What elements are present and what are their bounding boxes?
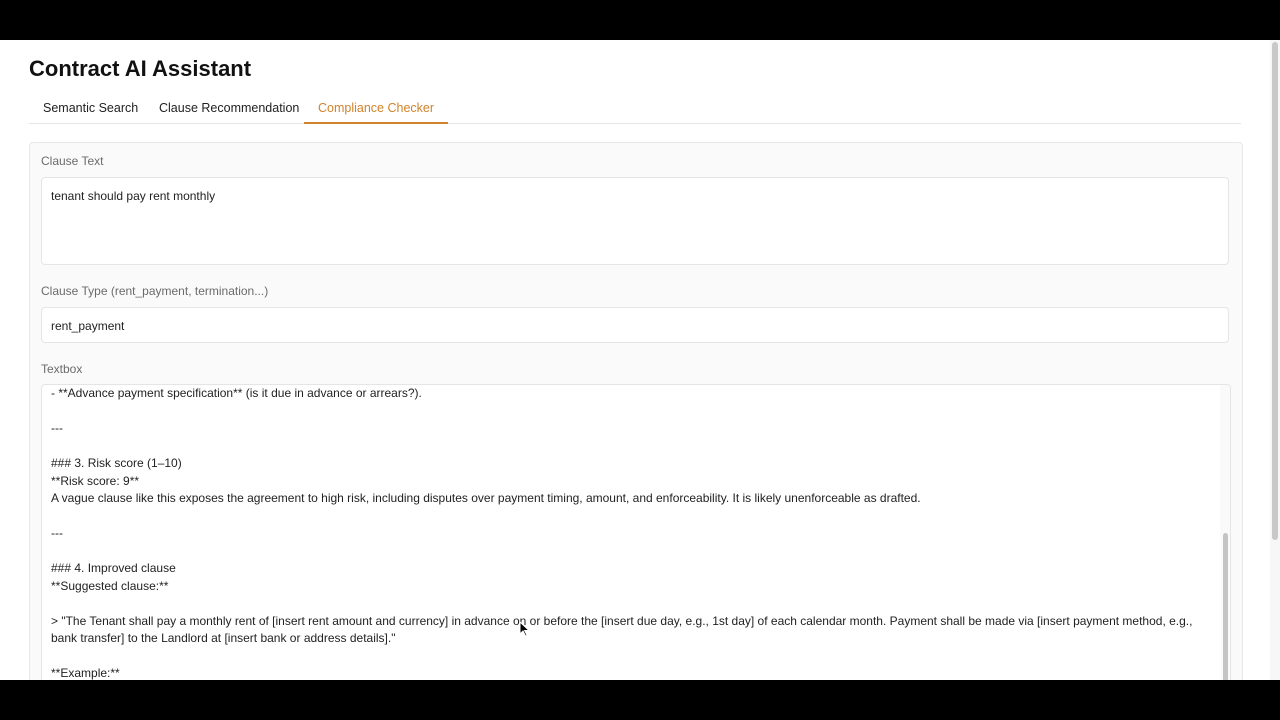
app-window: Contract AI Assistant Semantic Search Cl…	[0, 40, 1280, 680]
output-label: Textbox	[41, 362, 83, 376]
output-line: - **Advance payment specification** (is …	[51, 386, 422, 400]
clause-type-label: Clause Type (rent_payment, termination..…	[41, 284, 269, 298]
clause-text-input[interactable]: tenant should pay rent monthly	[41, 177, 1229, 265]
tab-clause-recommendation[interactable]: Clause Recommendation	[159, 96, 299, 122]
tab-semantic-search[interactable]: Semantic Search	[43, 96, 138, 122]
output-line: A vague clause like this exposes the agr…	[51, 491, 921, 505]
output-line: > "The Tenant shall pay a monthly rent o…	[51, 613, 1196, 646]
output-line: ---	[51, 526, 63, 540]
tab-bar: Semantic Search Clause Recommendation Co…	[29, 96, 1241, 124]
output-line: **Suggested clause:**	[51, 578, 169, 593]
output-line: **Example:**	[51, 666, 120, 680]
clause-type-input[interactable]: rent_payment	[41, 307, 1229, 343]
app-title: Contract AI Assistant	[29, 56, 252, 81]
output-line: **Risk score: 9**	[51, 473, 140, 488]
page-scrollbar[interactable]	[1270, 40, 1280, 680]
output-line: ### 4. Improved clause	[51, 561, 176, 575]
output-scrollbar[interactable]	[1220, 385, 1230, 680]
tab-compliance-checker[interactable]: Compliance Checker	[304, 96, 449, 124]
output-textbox[interactable]: - **Advance payment specification** (is …	[41, 384, 1231, 680]
compliance-panel: Clause Text tenant should pay rent month…	[29, 142, 1243, 680]
clause-text-label: Clause Text	[41, 154, 104, 168]
page-scrollbar-thumb[interactable]	[1272, 42, 1278, 540]
output-scrollbar-thumb[interactable]	[1223, 533, 1228, 680]
output-text: - **Advance payment specification** (is …	[51, 385, 1206, 680]
output-line: ### 3. Risk score (1–10)	[51, 456, 182, 470]
output-line: ---	[51, 421, 63, 435]
